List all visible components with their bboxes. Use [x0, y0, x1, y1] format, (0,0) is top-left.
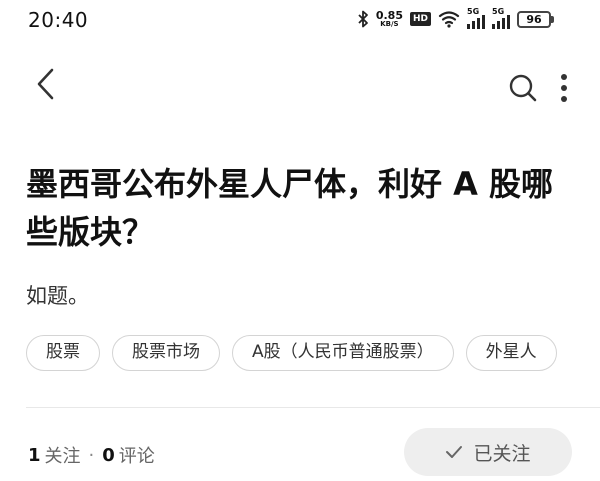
network-speed-unit: KB/S	[380, 20, 399, 28]
follow-count: 1	[28, 444, 41, 466]
bluetooth-icon	[358, 10, 368, 28]
tag-chip[interactable]: 股票	[26, 335, 100, 371]
tag-chip[interactable]: A股（人民币普通股票）	[232, 335, 454, 371]
chevron-left-icon	[37, 68, 54, 100]
battery-icon: 96	[517, 10, 554, 28]
battery-level: 96	[517, 10, 551, 28]
search-icon	[509, 74, 537, 102]
signal-1-label: 5G	[467, 7, 480, 16]
followed-button[interactable]: 已关注	[404, 428, 572, 476]
more-vertical-icon	[561, 74, 567, 102]
question-stats: 1 关注 · 0 评论	[28, 442, 155, 468]
comment-count: 0	[102, 444, 115, 466]
status-time: 20:40	[28, 8, 89, 32]
topic-tags: 股票 股票市场 A股（人民币普通股票） 外星人	[26, 335, 557, 371]
signal-1-icon: 5G	[467, 7, 485, 29]
tag-chip[interactable]: 股票市场	[112, 335, 220, 371]
signal-2-icon: 5G	[492, 7, 510, 29]
status-icons: 0.85 KB/S HD 5G 5G 96	[357, 7, 554, 30]
follow-count-label[interactable]: 关注	[45, 442, 81, 468]
back-button[interactable]	[30, 64, 64, 104]
followed-button-label: 已关注	[473, 442, 531, 465]
check-icon	[446, 446, 463, 458]
wifi-icon	[438, 11, 460, 28]
status-bar: 20:40 0.85 KB/S HD 5G 5G 96	[0, 0, 600, 38]
more-button[interactable]	[558, 72, 570, 104]
nav-actions	[508, 72, 570, 104]
question-title: 墨西哥公布外星人尸体，利好 A 股哪些版块？	[26, 165, 554, 251]
question-description: 如题。	[26, 284, 89, 308]
comment-count-label[interactable]: 评论	[119, 442, 155, 468]
search-button[interactable]	[508, 73, 538, 103]
signal-2-label: 5G	[492, 7, 505, 16]
hd-badge: HD	[409, 12, 431, 26]
network-speed: 0.85 KB/S	[376, 10, 403, 28]
divider	[26, 407, 600, 408]
stats-separator: ·	[88, 444, 95, 466]
tag-chip[interactable]: 外星人	[465, 335, 557, 371]
